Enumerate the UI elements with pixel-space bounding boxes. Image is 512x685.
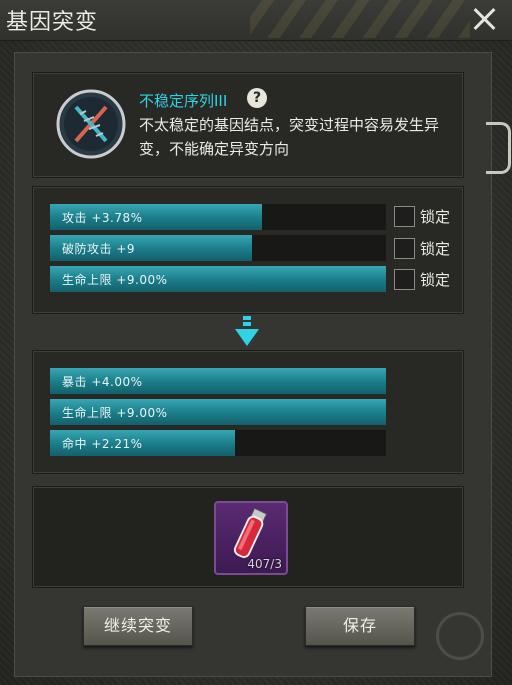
attribute-label: 命中 +2.21% <box>62 437 143 451</box>
lock-toggle[interactable]: 锁定 <box>394 205 474 229</box>
item-slot[interactable]: 407/3 <box>214 501 288 575</box>
down-arrow-icon <box>235 316 259 346</box>
gene-name: 不稳定序列III <box>139 92 228 110</box>
save-button[interactable]: 保存 <box>305 606 415 646</box>
current-attribute-bar: 生命上限 +9.00% <box>50 266 386 292</box>
attribute-label: 生命上限 +9.00% <box>62 406 168 420</box>
window-title: 基因突变 <box>6 10 99 35</box>
dna-icon <box>56 89 126 159</box>
continue-mutation-button[interactable]: 继续突变 <box>83 606 193 646</box>
gene-description: 不太稳定的基因结点，突变过程中容易发生异变，不能确定异变方向 <box>139 116 440 158</box>
item-count: 407/3 <box>247 557 282 571</box>
new-attribute-bar: 生命上限 +9.00% <box>50 399 386 425</box>
attribute-label: 暴击 +4.00% <box>62 375 143 389</box>
new-attribute-bar: 命中 +2.21% <box>50 430 386 456</box>
close-icon[interactable] <box>468 3 500 35</box>
side-tab-handle <box>486 122 511 174</box>
current-attribute-bar: 攻击 +3.78% <box>50 204 386 230</box>
hazard-stripes <box>250 0 470 38</box>
lock-label: 锁定 <box>420 240 451 258</box>
lock-label: 锁定 <box>420 271 451 289</box>
lock-checkbox[interactable] <box>394 269 415 290</box>
attribute-label: 破防攻击 +9 <box>62 242 136 256</box>
title-bar: 基因突变 <box>0 0 512 41</box>
help-icon[interactable]: ? <box>247 88 267 108</box>
lock-checkbox[interactable] <box>394 206 415 227</box>
attribute-label: 生命上限 +9.00% <box>62 273 168 287</box>
attribute-label: 攻击 +3.78% <box>62 211 143 225</box>
current-attribute-bar: 破防攻击 +9 <box>50 235 386 261</box>
lock-toggle[interactable]: 锁定 <box>394 237 474 261</box>
lock-toggle[interactable]: 锁定 <box>394 268 474 292</box>
lock-checkbox[interactable] <box>394 238 415 259</box>
radiation-icon <box>436 612 484 660</box>
lock-label: 锁定 <box>420 208 451 226</box>
new-attribute-bar: 暴击 +4.00% <box>50 368 386 394</box>
